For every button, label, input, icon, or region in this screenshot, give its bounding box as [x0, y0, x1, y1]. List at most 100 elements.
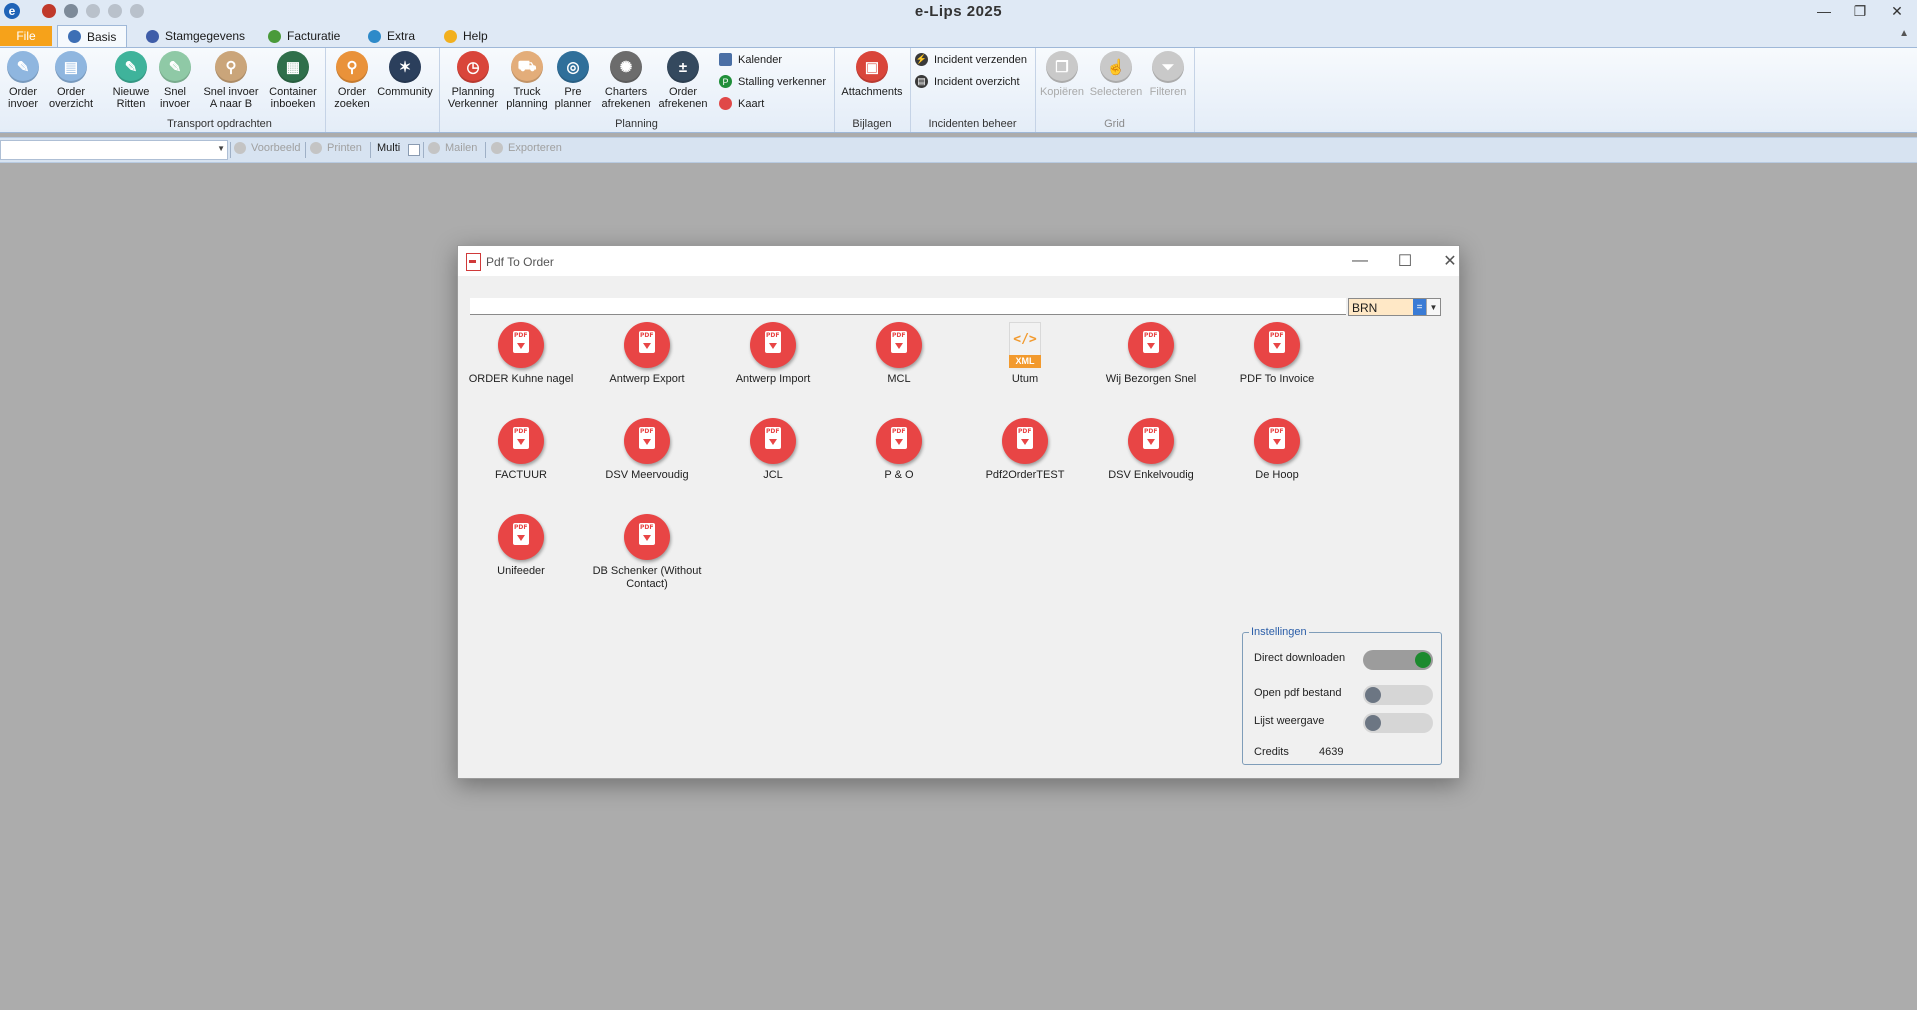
import-item[interactable]: PDF To Invoice — [1214, 322, 1340, 386]
chevron-down-icon[interactable]: ▼ — [1426, 299, 1440, 315]
lijst-weergave-toggle[interactable] — [1363, 713, 1433, 733]
snel-invoer-button[interactable]: ✎ Snel invoer — [157, 51, 193, 110]
chevron-down-icon: ▼ — [217, 144, 225, 153]
snel-invoer-icon: ✎ — [159, 51, 191, 83]
incident-verzenden-button[interactable]: ⚡ Incident verzenden — [915, 53, 1027, 66]
settings-panel: Instellingen Direct downloaden Open pdf … — [1242, 626, 1442, 765]
ribbon-collapse-icon[interactable]: ▲ — [1899, 28, 1909, 39]
charters-afrekenen-button[interactable]: ✺ Charters afrekenen — [600, 51, 652, 110]
import-item[interactable]: FACTUUR — [458, 418, 584, 482]
pdf-document-glyph — [1269, 331, 1285, 353]
order-invoer-icon: ✎ — [7, 51, 39, 83]
pdf-document-glyph — [891, 331, 907, 353]
branch-select[interactable]: BRN = ▼ — [1348, 298, 1441, 316]
pdf-to-order-dialog: Pdf To Order — ☐ ✕ BRN = ▼ ORDER Kuhne n… — [457, 245, 1460, 779]
kopieren-button[interactable]: ❐ Kopiëren — [1039, 51, 1085, 98]
import-item[interactable]: JCL — [710, 418, 836, 482]
calculator-icon: ± — [667, 51, 699, 83]
planning-verkenner-button[interactable]: ◷ Planning Verkenner — [446, 51, 500, 110]
selecteren-button[interactable]: ☝ Selecteren — [1089, 51, 1143, 98]
incident-overzicht-button[interactable]: ▤ Incident overzicht — [915, 75, 1020, 88]
import-item[interactable]: Pdf2OrderTEST — [962, 418, 1088, 482]
snel-invoer-a-naar-b-button[interactable]: ⚲ Snel invoer A naar B — [200, 51, 262, 110]
multi-checkbox[interactable] — [408, 144, 420, 156]
tab-stamgegevens[interactable]: Stamgegevens — [146, 25, 245, 47]
extra-icon — [368, 29, 381, 43]
planning-verkenner-icon: ◷ — [457, 51, 489, 83]
preview-icon — [234, 142, 246, 154]
help-icon — [444, 29, 457, 43]
import-item[interactable]: DSV Meervoudig — [584, 418, 710, 482]
minimize-button[interactable]: — — [1806, 0, 1842, 22]
printen-button[interactable]: Printen — [310, 142, 362, 154]
order-overzicht-button[interactable]: ▤ Order overzicht — [48, 51, 94, 110]
copy-icon: ❐ — [1046, 51, 1078, 83]
dialog-maximize-button[interactable]: ☐ — [1390, 250, 1420, 272]
credits-label: Credits — [1254, 746, 1289, 758]
exporteren-button[interactable]: Exporteren — [491, 142, 562, 154]
order-zoeken-button[interactable]: ⚲ Order zoeken — [332, 51, 372, 110]
kaart-button[interactable]: Kaart — [719, 97, 764, 110]
parking-icon: P — [719, 75, 732, 88]
pdf-download-icon — [876, 418, 922, 464]
group-planning: ◷ Planning Verkenner ⛟ Truck planning ◎ … — [439, 48, 835, 132]
stalling-verkenner-button[interactable]: P Stalling verkenner — [719, 75, 826, 88]
pdf-document-glyph — [891, 427, 907, 449]
container-inboeken-button[interactable]: ▦ Container inboeken — [266, 51, 320, 110]
dialog-minimize-button[interactable]: — — [1345, 250, 1375, 272]
open-pdf-toggle[interactable] — [1363, 685, 1433, 705]
tab-facturatie[interactable]: Facturatie — [268, 25, 340, 47]
pdf-document-glyph — [765, 427, 781, 449]
order-afrekenen-button[interactable]: ± Order afrekenen — [657, 51, 709, 110]
order-invoer-button[interactable]: ✎ Order invoer — [4, 51, 42, 110]
truck-planning-button[interactable]: ⛟ Truck planning — [505, 51, 549, 110]
truck-icon: ⛟ — [511, 51, 543, 83]
tab-basis[interactable]: Basis — [57, 25, 127, 47]
import-item[interactable]: DB Schenker (Without Contact) — [584, 514, 710, 591]
community-button[interactable]: ✶ Community — [376, 51, 434, 98]
mailen-button[interactable]: Mailen — [428, 142, 477, 154]
import-item-label: De Hoop — [1255, 469, 1299, 481]
equals-icon[interactable]: = — [1413, 299, 1426, 315]
direct-downloaden-toggle[interactable] — [1363, 650, 1433, 670]
import-item[interactable]: MCL — [836, 322, 962, 386]
voorbeeld-button[interactable]: Voorbeeld — [234, 142, 301, 154]
import-item-label: Wij Bezorgen Snel — [1105, 373, 1197, 385]
tab-extra[interactable]: Extra — [368, 25, 415, 47]
close-button[interactable]: ✕ — [1879, 0, 1915, 22]
filter-icon: ⏷ — [1152, 51, 1184, 83]
filteren-button[interactable]: ⏷ Filteren — [1147, 51, 1189, 98]
pdf-download-icon — [750, 322, 796, 368]
tab-help[interactable]: Help — [444, 25, 488, 47]
import-item-label: Unifeeder — [497, 565, 545, 577]
import-item-label: PDF To Invoice — [1239, 373, 1315, 385]
group-label: Planning — [615, 118, 658, 130]
nieuwe-ritten-button[interactable]: ✎ Nieuwe Ritten — [109, 51, 153, 110]
lijst-weergave-label: Lijst weergave — [1254, 715, 1325, 727]
list-icon: ▤ — [915, 75, 928, 88]
import-item[interactable]: </> XML Utum — [962, 322, 1088, 386]
search-icon: ⚲ — [336, 51, 368, 83]
dialog-close-button[interactable]: ✕ — [1435, 250, 1465, 272]
import-item[interactable]: ORDER Kuhne nagel — [458, 322, 584, 386]
import-item[interactable]: De Hoop — [1214, 418, 1340, 482]
pdf-download-icon — [750, 418, 796, 464]
restore-button[interactable]: ❐ — [1842, 0, 1878, 22]
import-item[interactable]: P & O — [836, 418, 962, 482]
import-item[interactable]: Wij Bezorgen Snel — [1088, 322, 1214, 386]
attachments-button[interactable]: ▣ Attachments — [838, 51, 906, 98]
import-item[interactable]: Antwerp Import — [710, 322, 836, 386]
import-item[interactable]: Antwerp Export — [584, 322, 710, 386]
pdf-icon — [466, 253, 481, 271]
tab-file[interactable]: File — [0, 26, 52, 46]
map-pin-icon: ⚲ — [215, 51, 247, 83]
map-pin-icon — [719, 97, 732, 110]
import-item[interactable]: Unifeeder — [458, 514, 584, 578]
search-input[interactable] — [470, 298, 1346, 315]
pdf-download-icon — [624, 514, 670, 560]
kalender-button[interactable]: Kalender — [719, 53, 782, 66]
report-select[interactable]: ▼ — [0, 140, 228, 160]
import-item[interactable]: DSV Enkelvoudig — [1088, 418, 1214, 482]
pdf-download-icon — [1002, 418, 1048, 464]
pre-planner-button[interactable]: ◎ Pre planner — [553, 51, 593, 110]
